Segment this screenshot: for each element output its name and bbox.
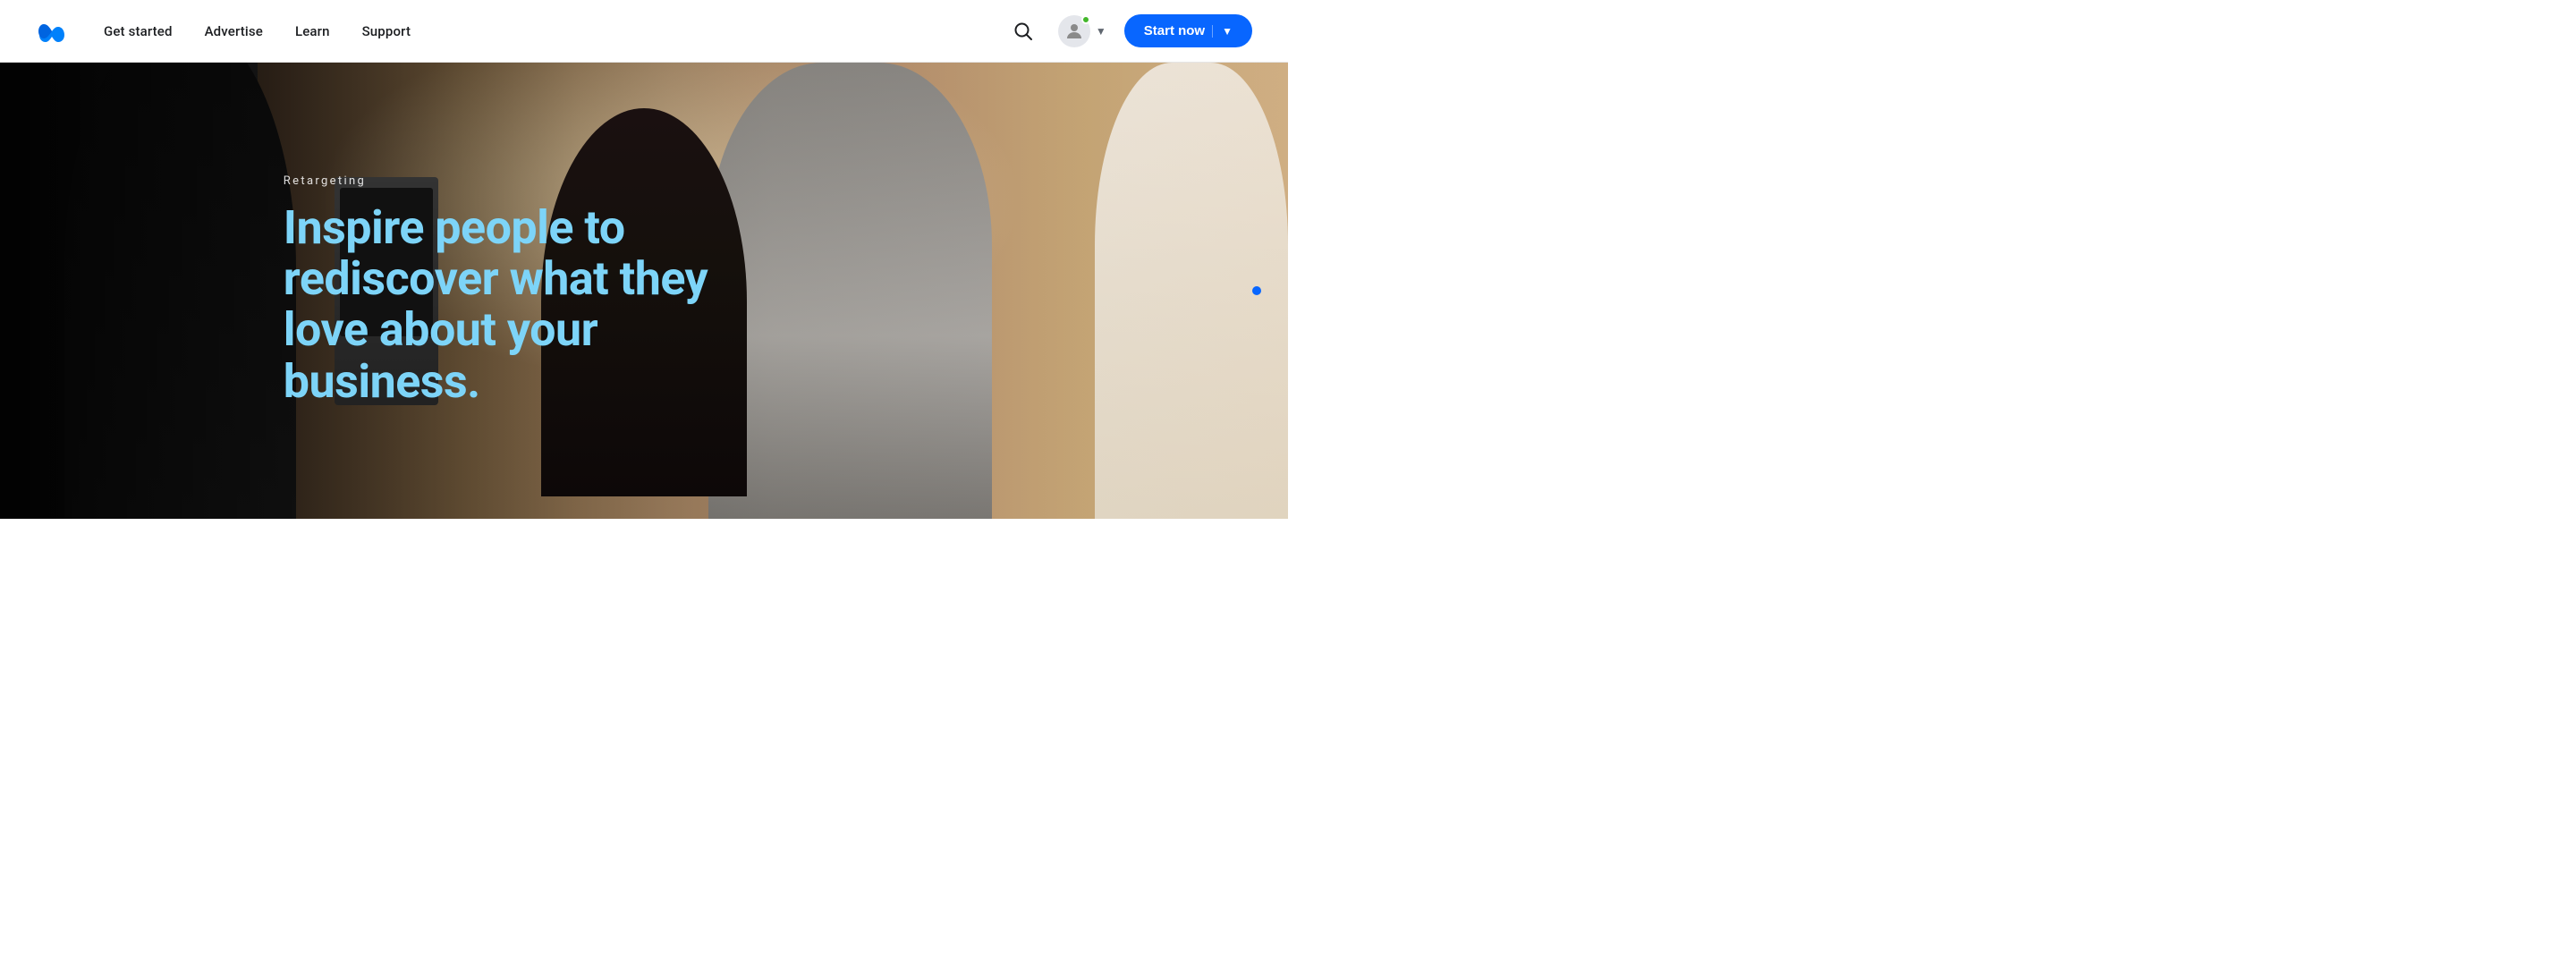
start-now-label: Start now: [1144, 23, 1205, 38]
chevron-down-icon: ▼: [1096, 25, 1106, 38]
nav-item-advertise[interactable]: Advertise: [205, 22, 263, 39]
hero-title: Inspire people to rediscover what they l…: [284, 202, 708, 407]
slide-indicator-dot[interactable]: [1252, 286, 1261, 295]
meta-logo[interactable]: [36, 15, 68, 47]
navbar-left: Get started Advertise Learn Support: [36, 15, 411, 47]
main-nav: Get started Advertise Learn Support: [104, 22, 411, 39]
nav-link-support[interactable]: Support: [362, 23, 411, 39]
hero-title-line2: rediscover what they: [284, 251, 708, 306]
nav-link-get-started[interactable]: Get started: [104, 23, 173, 39]
meta-logo-icon: [36, 15, 68, 47]
nav-link-advertise[interactable]: Advertise: [205, 23, 263, 39]
user-icon: [1063, 21, 1085, 42]
notification-dot: [1081, 15, 1090, 24]
user-account[interactable]: ▼: [1058, 15, 1106, 47]
search-button[interactable]: [1006, 14, 1040, 48]
hero-section: Retargeting Inspire people to rediscover…: [0, 63, 1288, 519]
start-now-dropdown-icon: ▼: [1212, 25, 1233, 38]
nav-link-learn[interactable]: Learn: [295, 23, 330, 39]
hero-label: Retargeting: [284, 174, 708, 188]
hero-title-line3: love about your: [284, 303, 597, 358]
search-icon: [1013, 21, 1033, 41]
navbar-right: ▼ Start now ▼: [1006, 14, 1252, 48]
nav-item-learn[interactable]: Learn: [295, 22, 330, 39]
hero-title-line4: business.: [284, 354, 480, 409]
start-now-button[interactable]: Start now ▼: [1124, 14, 1252, 47]
nav-item-support[interactable]: Support: [362, 22, 411, 39]
user-avatar-container: [1058, 15, 1090, 47]
navbar: Get started Advertise Learn Support: [0, 0, 1288, 63]
nav-item-get-started[interactable]: Get started: [104, 22, 173, 39]
hero-title-line1: Inspire people to: [284, 200, 625, 255]
hero-content: Retargeting Inspire people to rediscover…: [284, 174, 708, 407]
